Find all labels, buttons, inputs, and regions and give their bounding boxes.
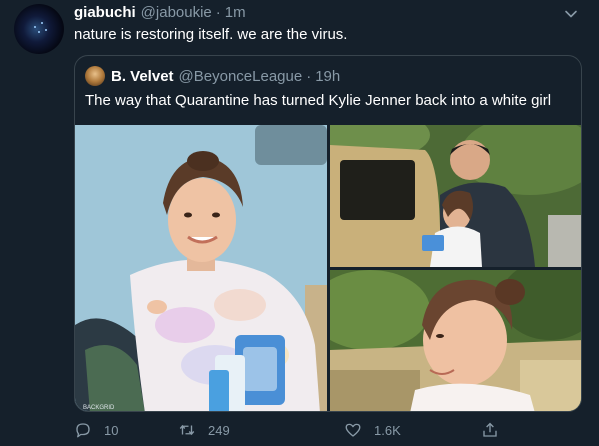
share-icon [483,422,497,437]
quoted-tweet[interactable]: B. Velvet @BeyonceLeague · 19h The way t… [74,55,582,412]
photo-3-image [330,270,581,411]
reply-count: 10 [104,422,119,438]
like-button[interactable]: 1.6K [344,418,401,442]
quoted-user-handle: @BeyonceLeague [178,67,303,85]
quoted-tweet-text: The way that Quarantine has turned Kylie… [85,92,552,109]
quoted-separator-dot: · [306,67,312,85]
quoted-tweet-header: B. Velvet @BeyonceLeague · 19h [85,66,340,86]
tweet[interactable]: giabuchi @jaboukie · 1m nature is restor… [0,0,599,446]
avatar[interactable] [14,4,64,54]
photo-1-image: BACKGRID [75,125,327,411]
reply-icon [76,423,90,438]
heart-icon [345,423,361,437]
quoted-display-name: B. Velvet [111,67,174,85]
reply-button[interactable]: 10 [74,418,118,442]
photo-1[interactable]: BACKGRID [75,125,327,411]
tweet-actions: 10 249 1.6K [74,418,504,442]
retweet-icon [179,424,195,436]
quoted-avatar [85,66,105,86]
media-grid: BACKGRID [75,125,581,411]
tweet-text: nature is restoring itself. we are the v… [74,26,348,43]
photo-2-image [330,125,581,267]
display-name[interactable]: giabuchi [74,4,136,21]
timestamp[interactable]: 1m [225,4,246,21]
tweet-header: giabuchi @jaboukie · 1m [74,4,246,24]
chevron-down-icon[interactable] [563,6,579,22]
photo-2[interactable] [330,125,581,267]
photo-3[interactable] [330,270,581,411]
share-button[interactable] [481,418,499,442]
separator-dot: · [215,4,221,21]
like-count: 1.6K [374,422,401,438]
retweet-button[interactable]: 249 [178,418,230,442]
retweet-count: 249 [208,422,230,438]
photo-1-caption: BACKGRID [83,405,115,411]
user-handle[interactable]: @jaboukie [141,4,212,21]
quoted-timestamp: 19h [315,67,341,85]
